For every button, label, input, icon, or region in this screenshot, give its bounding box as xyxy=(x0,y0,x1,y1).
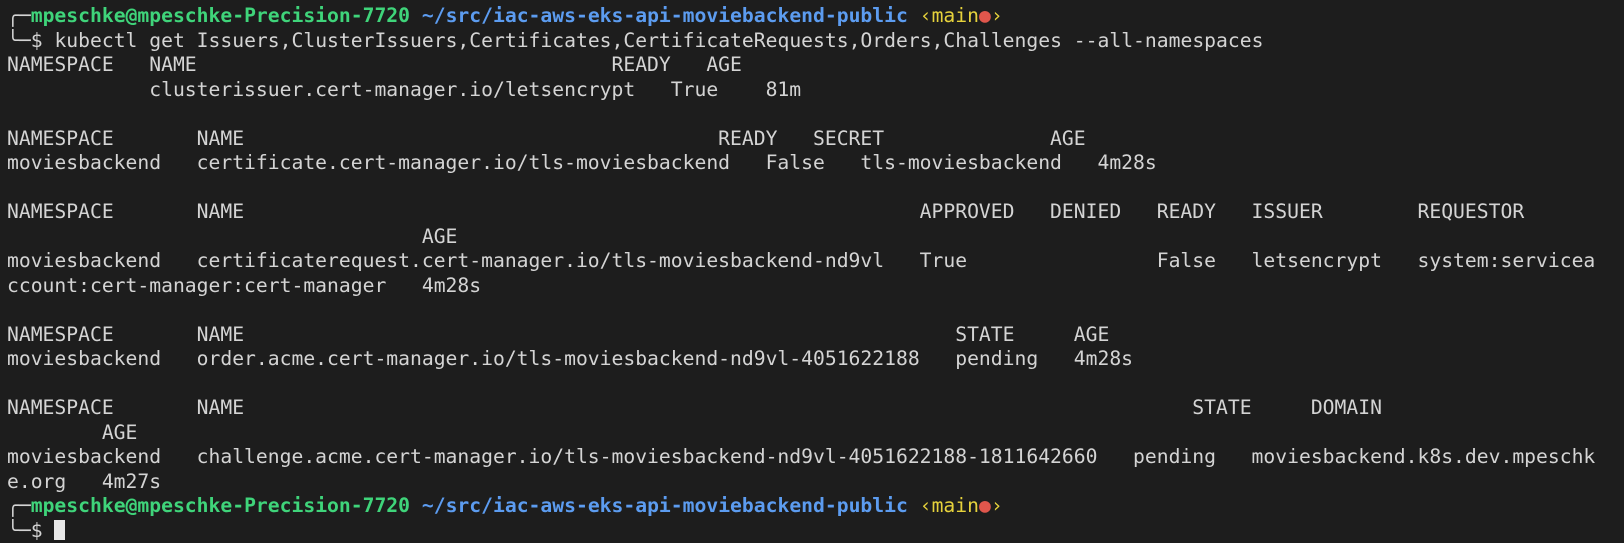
prompt-line: ╭─mpeschke@mpeschke-Precision-7720 ~/src… xyxy=(7,494,1624,519)
output-line xyxy=(7,372,1624,397)
prompt-frame-bottom: ╰─ xyxy=(7,29,31,52)
input-line[interactable]: ╰─$ xyxy=(7,519,1624,543)
output-line: clusterissuer.cert-manager.io/letsencryp… xyxy=(7,78,1624,103)
output-line: NAMESPACE NAME READY SECRET AGE xyxy=(7,127,1624,152)
output-line: e.org 4m27s xyxy=(7,470,1624,495)
prompt-user-host: mpeschke@mpeschke-Precision-7720 xyxy=(31,494,410,517)
prompt-branch-close: › xyxy=(991,494,1003,517)
terminal-window[interactable]: ╭─mpeschke@mpeschke-Precision-7720 ~/src… xyxy=(0,0,1624,539)
prompt-branch: main xyxy=(932,494,979,517)
output-line xyxy=(7,102,1624,127)
prompt-path: ~/src/iac-aws-eks-api-moviebackend-publi… xyxy=(422,494,908,517)
prompt-frame-bottom: ╰─ xyxy=(7,519,31,542)
git-dirty-icon: ● xyxy=(979,4,991,27)
output-line: NAMESPACE NAME STATE AGE xyxy=(7,323,1624,348)
command-line: ╰─$ kubectl get Issuers,ClusterIssuers,C… xyxy=(7,29,1624,54)
output-line: NAMESPACE NAME STATE DOMAIN xyxy=(7,396,1624,421)
prompt-symbol: $ xyxy=(31,29,55,52)
prompt-branch-open: ‹ xyxy=(920,494,932,517)
prompt-branch-open: ‹ xyxy=(920,4,932,27)
output-line: NAMESPACE NAME APPROVED DENIED READY ISS… xyxy=(7,200,1624,225)
prompt-line: ╭─mpeschke@mpeschke-Precision-7720 ~/src… xyxy=(7,4,1624,29)
output-line: moviesbackend order.acme.cert-manager.io… xyxy=(7,347,1624,372)
prompt-branch-close: › xyxy=(991,4,1003,27)
output-line: moviesbackend certificaterequest.cert-ma… xyxy=(7,249,1624,274)
output-line: ccount:cert-manager:cert-manager 4m28s xyxy=(7,274,1624,299)
prompt-branch: main xyxy=(932,4,979,27)
output-line: moviesbackend challenge.acme.cert-manage… xyxy=(7,445,1624,470)
prompt-path: ~/src/iac-aws-eks-api-moviebackend-publi… xyxy=(422,4,908,27)
prompt-symbol: $ xyxy=(31,519,55,542)
git-dirty-icon: ● xyxy=(979,494,991,517)
prompt-user-host: mpeschke@mpeschke-Precision-7720 xyxy=(31,4,410,27)
text-cursor[interactable] xyxy=(54,520,65,540)
output-line xyxy=(7,298,1624,323)
output-line: moviesbackend certificate.cert-manager.i… xyxy=(7,151,1624,176)
output-line xyxy=(7,176,1624,201)
output-line: AGE xyxy=(7,225,1624,250)
prompt-frame-top: ╭─ xyxy=(7,4,31,27)
output-line: AGE xyxy=(7,421,1624,446)
prompt-frame-top: ╭─ xyxy=(7,494,31,517)
output-line: NAMESPACE NAME READY AGE xyxy=(7,53,1624,78)
command-text: kubectl get Issuers,ClusterIssuers,Certi… xyxy=(54,29,1263,52)
